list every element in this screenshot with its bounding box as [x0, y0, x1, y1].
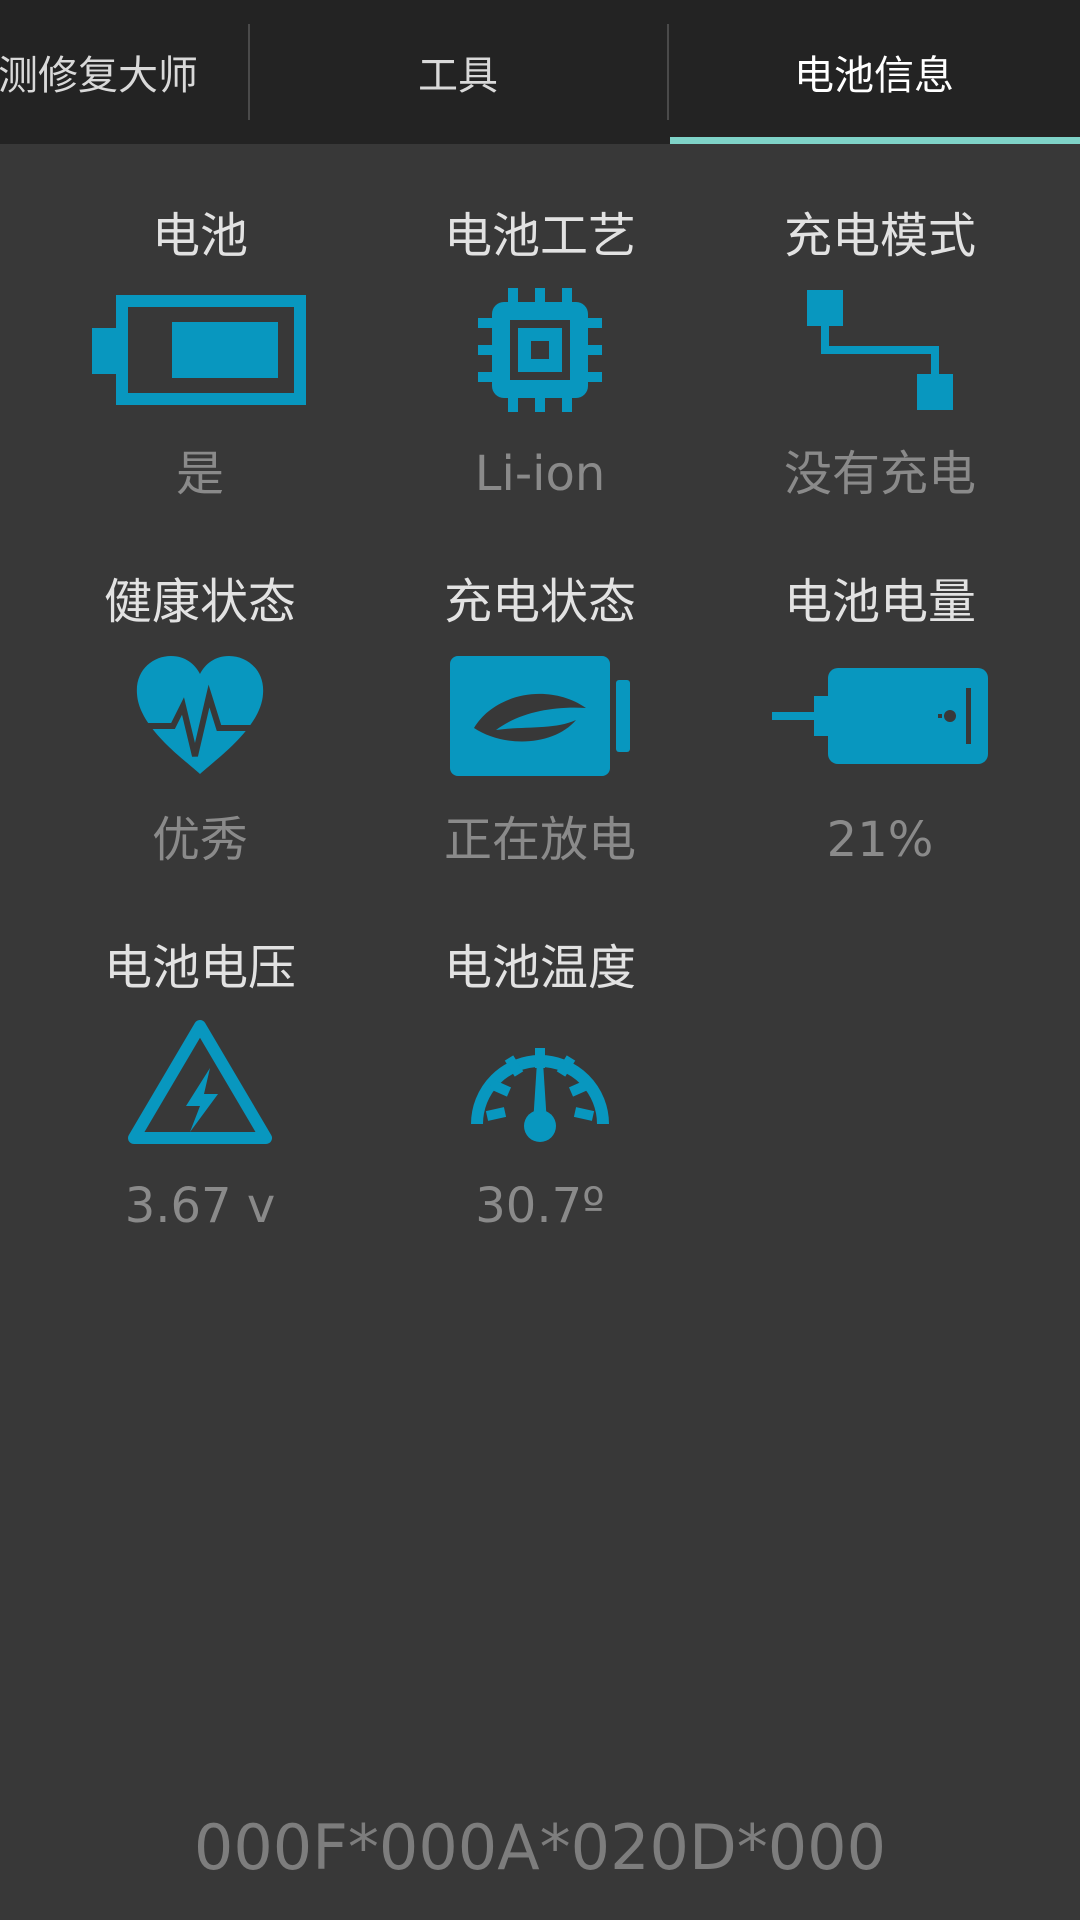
- info-value: Li-ion: [474, 446, 606, 502]
- tab-tools[interactable]: 工具: [248, 0, 668, 144]
- tab-label: 电池信息: [794, 53, 954, 99]
- active-tab-indicator: [670, 137, 1080, 144]
- info-title: 电池温度: [443, 940, 636, 996]
- tab-bar: 测修复大师 工具 电池信息: [0, 0, 1080, 144]
- tab-label: 测修复大师: [0, 53, 198, 99]
- info-charge-mode: 充电模式 没有充电: [710, 144, 1050, 510]
- info-title: 电池电量: [783, 574, 976, 630]
- info-health: 健康状态 优秀: [30, 510, 370, 876]
- info-value: 正在放电: [443, 812, 636, 868]
- chip-icon: [430, 288, 650, 412]
- info-temperature: 电池温度 30.7º: [370, 876, 710, 1242]
- tab-repair-master[interactable]: 测修复大师: [0, 0, 248, 144]
- plug-connection-icon: [770, 290, 990, 410]
- eco-battery-icon: [430, 656, 650, 776]
- info-value: 30.7º: [475, 1178, 605, 1234]
- info-title: 健康状态: [103, 574, 296, 630]
- tab-battery-info[interactable]: 电池信息: [668, 0, 1080, 144]
- info-battery: 电池 是: [30, 144, 370, 510]
- heart-pulse-icon: [90, 656, 310, 776]
- info-title: 电池电压: [103, 940, 296, 996]
- info-value: 21%: [826, 812, 934, 868]
- info-charge-status: 充电状态 正在放电: [370, 510, 710, 876]
- info-value: 3.67 v: [124, 1178, 276, 1234]
- usb-device-icon: [770, 656, 990, 776]
- info-technology: 电池工艺 Li-ion: [370, 144, 710, 510]
- info-title: 充电状态: [443, 574, 636, 630]
- info-value: 是: [175, 446, 224, 502]
- info-value: 优秀: [151, 812, 248, 868]
- info-title: 充电模式: [783, 208, 976, 264]
- info-voltage: 电池电压 3.67 v: [30, 876, 370, 1242]
- device-code: 000F*000A*020D*000: [193, 1811, 887, 1884]
- tab-label: 工具: [418, 53, 498, 99]
- info-value: 没有充电: [783, 446, 976, 502]
- info-title: 电池: [151, 208, 248, 264]
- battery-icon: [90, 290, 310, 410]
- gauge-icon: [430, 1022, 650, 1142]
- info-battery-level: 电池电量 21%: [710, 510, 1050, 876]
- voltage-warning-icon: [90, 1020, 310, 1144]
- info-title: 电池工艺: [443, 208, 636, 264]
